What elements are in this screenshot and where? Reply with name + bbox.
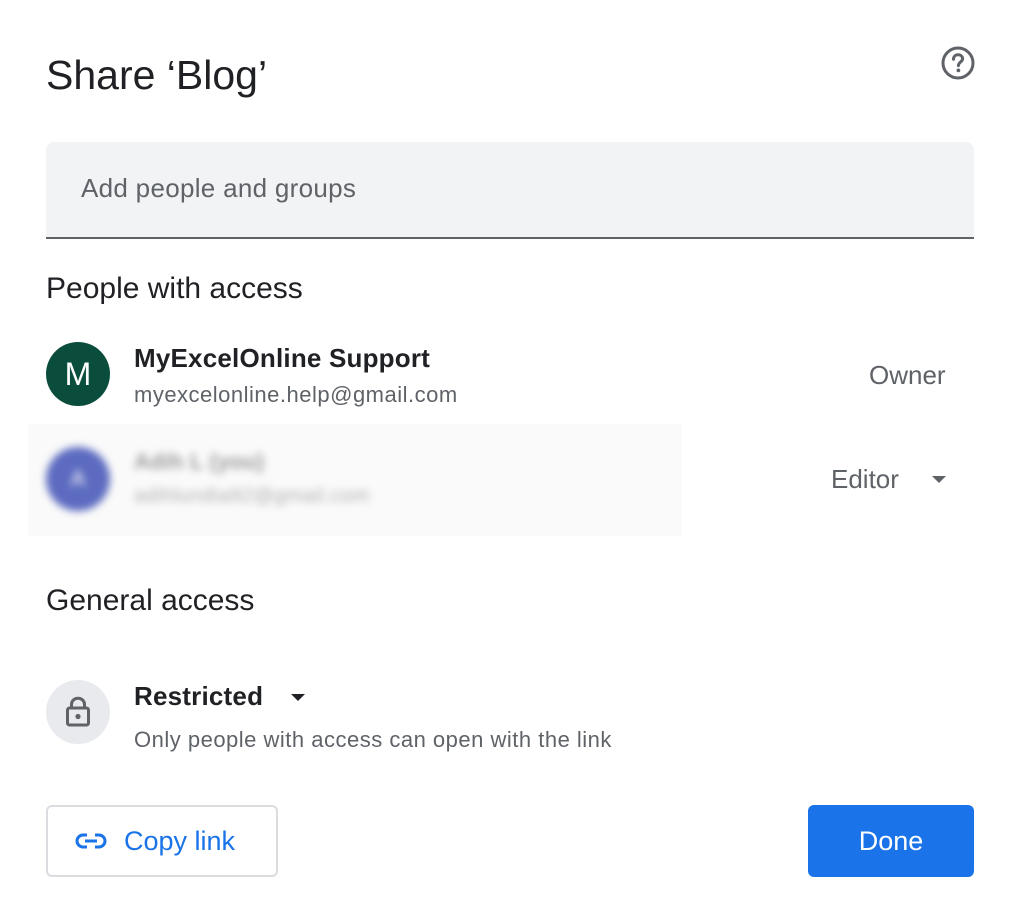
add-people-field[interactable] xyxy=(46,142,974,239)
share-dialog: Share ‘Blog’ People with access M MyExce… xyxy=(0,0,1022,918)
copy-link-button[interactable]: Copy link xyxy=(46,805,278,877)
person-email: myexcelonline.help@gmail.com xyxy=(134,382,458,407)
chevron-down-icon[interactable] xyxy=(291,694,305,701)
access-description: Only people with access can open with th… xyxy=(134,727,612,752)
person-email: adihlundia92@gmail.com xyxy=(134,485,370,507)
chevron-down-icon[interactable] xyxy=(932,476,946,483)
person-row-editor xyxy=(28,424,682,536)
owner-role-label: Owner xyxy=(869,360,946,390)
avatar-initial: M xyxy=(64,355,92,392)
access-mode-label[interactable]: Restricted xyxy=(134,681,263,712)
add-people-input[interactable] xyxy=(79,172,943,205)
lock-icon-container xyxy=(46,680,110,744)
copy-link-label: Copy link xyxy=(124,825,236,856)
lock-icon xyxy=(66,696,90,727)
people-with-access-heading: People with access xyxy=(46,272,303,305)
avatar: M xyxy=(46,342,110,406)
person-name: Adih L (you) xyxy=(134,449,265,474)
person-name: MyExcelOnline Support xyxy=(134,343,431,373)
done-button[interactable]: Done xyxy=(808,805,974,877)
help-circle-icon[interactable] xyxy=(940,45,976,81)
general-access-heading: General access xyxy=(46,584,255,617)
dialog-title: Share ‘Blog’ xyxy=(46,52,268,98)
done-label: Done xyxy=(858,825,924,856)
editor-role-label[interactable]: Editor xyxy=(831,464,899,495)
avatar-initial: A xyxy=(70,466,86,491)
link-icon xyxy=(75,833,107,849)
avatar: A xyxy=(46,447,110,511)
